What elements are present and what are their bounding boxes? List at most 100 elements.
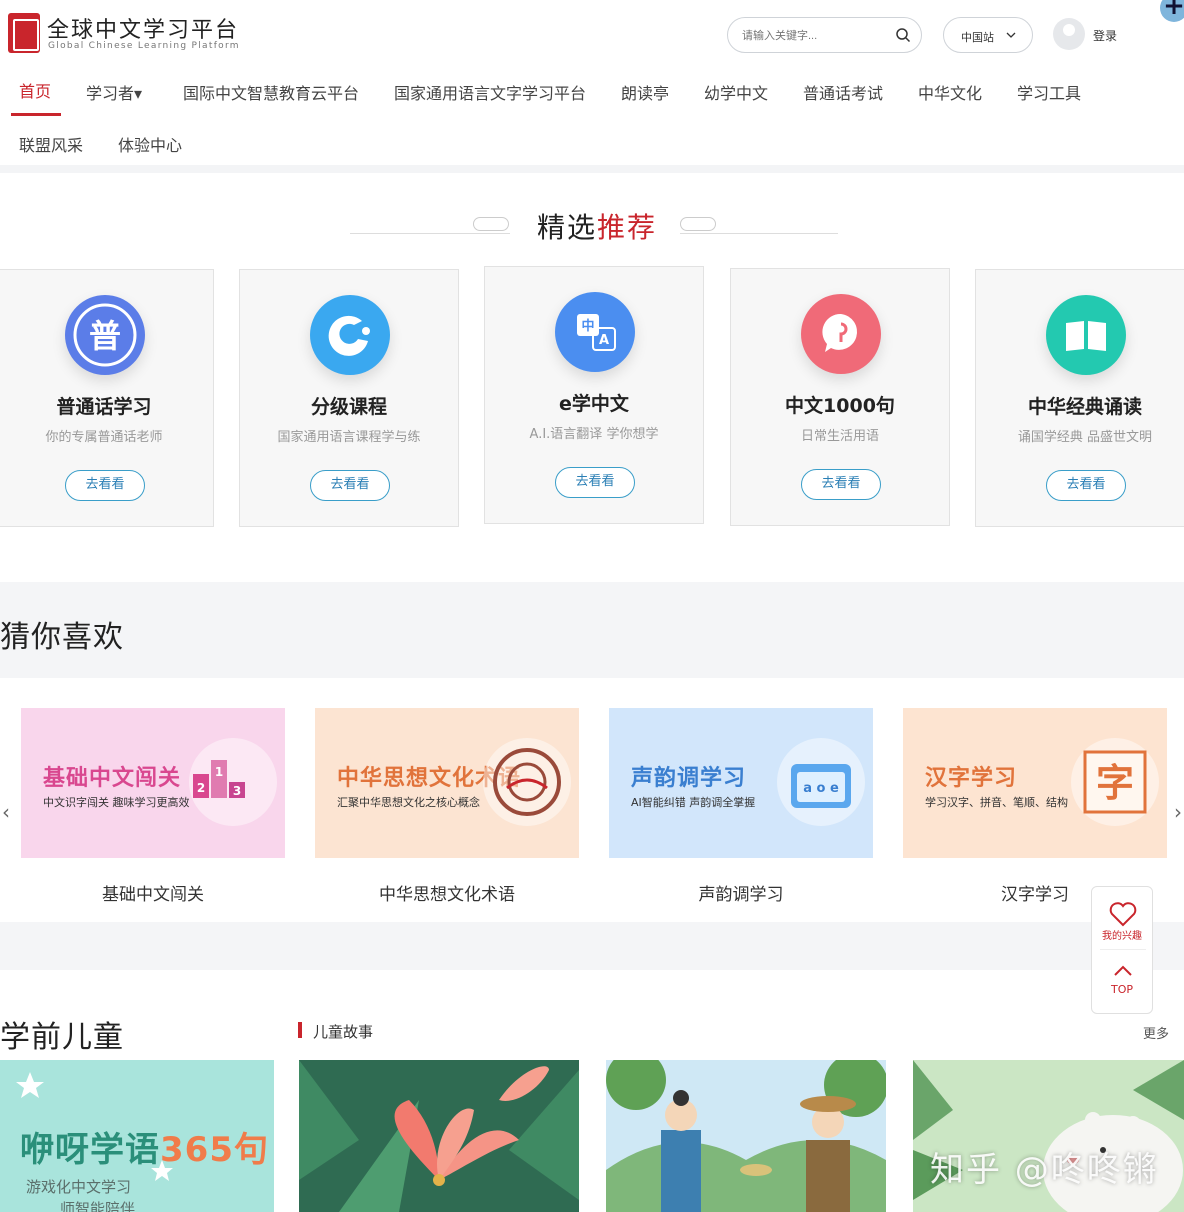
header: 全球中文学习平台 Global Chinese Learning Platfor… bbox=[0, 0, 1184, 70]
guess-heading: 猜你喜欢 bbox=[0, 620, 124, 655]
section-separator bbox=[0, 922, 1184, 970]
divider bbox=[1100, 949, 1146, 950]
banner-headline: 咿呀学语365句 bbox=[20, 1130, 269, 1170]
go-see-button[interactable]: 去看看 bbox=[555, 467, 635, 498]
cloud-ornament-right-icon bbox=[680, 217, 716, 231]
nav-item-national-language[interactable]: 国家通用语言文字学习平台 bbox=[394, 80, 586, 104]
pu-character-icon: 普 bbox=[65, 295, 145, 375]
search-icon[interactable] bbox=[895, 27, 911, 43]
go-see-button[interactable]: 去看看 bbox=[310, 470, 390, 501]
nav-item-mandarin-test[interactable]: 普通话考试 bbox=[803, 80, 883, 104]
logo-icon[interactable] bbox=[8, 13, 40, 53]
nav-item-alliance[interactable]: 联盟风采 bbox=[19, 132, 83, 156]
chevron-down-icon bbox=[1006, 32, 1016, 38]
site-select[interactable]: 中国站 bbox=[943, 17, 1033, 53]
banner-subtitle: 汇聚中华思想文化之核心概念 bbox=[337, 796, 480, 809]
book-icon bbox=[1046, 295, 1126, 375]
podium-number: 2 bbox=[197, 781, 205, 795]
seal-icon bbox=[483, 738, 571, 826]
guess-banner-basic-chinese[interactable]: 基础中文闯关 中文识字闯关 趣味学习更高效 2 1 3 bbox=[21, 708, 285, 858]
guess-banner-characters[interactable]: 汉字学习 学习汉字、拼音、笔顺、结构 字 bbox=[903, 708, 1167, 858]
login-link[interactable]: 登录 bbox=[1093, 27, 1117, 44]
heart-icon[interactable] bbox=[1109, 901, 1137, 927]
guess-label[interactable]: 中华思想文化术语 bbox=[315, 880, 579, 905]
search-input[interactable] bbox=[742, 27, 882, 45]
card-title: 分级课程 bbox=[310, 396, 387, 418]
archer-illustration bbox=[606, 1060, 886, 1212]
nav-item-chinese-culture[interactable]: 中华文化 bbox=[918, 80, 982, 104]
avatar[interactable] bbox=[1053, 18, 1085, 50]
chevron-up-icon[interactable] bbox=[1113, 963, 1133, 977]
banner-subtitle: AI智能纠错 声韵调全掌握 bbox=[631, 796, 756, 809]
card-title: e学中文 bbox=[559, 393, 629, 415]
svg-text:普: 普 bbox=[89, 317, 121, 355]
card-graded-courses[interactable]: 分级课程 国家通用语言课程学与练 去看看 bbox=[239, 269, 459, 527]
card-title: 普通话学习 bbox=[56, 396, 152, 418]
title-line-left bbox=[350, 233, 510, 234]
floating-toolbar: 我的兴趣 TOP bbox=[1091, 886, 1153, 1014]
card-title: 中华经典诵读 bbox=[1027, 396, 1142, 418]
site-select-label: 中国站 bbox=[961, 31, 994, 44]
banner-line-1: 游戏化中文学习 bbox=[26, 1178, 132, 1196]
section-marker bbox=[298, 1022, 302, 1038]
watermark: 知乎 @咚咚锵 bbox=[930, 1150, 1159, 1190]
card-mandarin[interactable]: 普 普通话学习 你的专属普通话老师 去看看 bbox=[0, 269, 214, 527]
nav-item-home[interactable]: 首页 bbox=[19, 78, 51, 102]
go-see-button[interactable]: 去看看 bbox=[801, 469, 881, 500]
main-nav: 首页 学习者▾ 国际中文智慧教育云平台 国家通用语言文字学习平台 朗读亭 幼学中… bbox=[0, 70, 1184, 166]
translate-icon: 中A bbox=[555, 292, 635, 372]
go-see-button[interactable]: 去看看 bbox=[65, 470, 145, 501]
carousel-prev-icon[interactable]: ‹ bbox=[2, 800, 10, 824]
plus-icon[interactable]: + bbox=[1160, 0, 1184, 22]
nav-item-reading-booth[interactable]: 朗读亭 bbox=[621, 80, 669, 104]
cloud-ornament-left-icon bbox=[473, 217, 509, 231]
card-title: 中文1000句 bbox=[785, 395, 895, 417]
character-box-icon: 字 bbox=[1071, 738, 1159, 826]
card-subtitle: 日常生活用语 bbox=[800, 429, 879, 444]
aoe-board-icon: a o e bbox=[777, 738, 865, 826]
banner-title: 汉字学习 bbox=[925, 766, 1018, 791]
character-text: 字 bbox=[1096, 761, 1134, 805]
card-subtitle: 诵国学经典 品盛世文明 bbox=[1017, 430, 1153, 445]
lily-illustration bbox=[299, 1060, 579, 1212]
card-e-learn-chinese[interactable]: 中A e学中文 A.I.语言翻译 学你想学 去看看 bbox=[484, 266, 704, 524]
podium-number: 3 bbox=[233, 784, 241, 798]
back-to-top-button[interactable]: TOP bbox=[1092, 983, 1152, 996]
guess-label[interactable]: 基础中文闯关 bbox=[21, 880, 285, 905]
card-1000-sentences[interactable]: 中文1000句 日常生活用语 去看看 bbox=[730, 268, 950, 526]
featured-title: 精选推荐 bbox=[0, 200, 1184, 250]
my-interests-link[interactable]: 我的兴趣 bbox=[1092, 927, 1152, 942]
more-link[interactable]: 更多 bbox=[1143, 1023, 1169, 1042]
guess-banner-phonetics[interactable]: 声韵调学习 AI智能纠错 声韵调全掌握 a o e bbox=[609, 708, 873, 858]
aoe-text: a o e bbox=[803, 781, 839, 796]
banner-line-2: 师智能陪伴 bbox=[60, 1200, 136, 1212]
nav-item-learning-tools[interactable]: 学习工具 bbox=[1017, 80, 1081, 104]
banner-subtitle: 学习汉字、拼音、笔顺、结构 bbox=[925, 796, 1068, 809]
preschool-banner[interactable]: 咿呀学语365句 游戏化中文学习 师智能陪伴 bbox=[0, 1060, 274, 1212]
go-see-button[interactable]: 去看看 bbox=[1046, 470, 1126, 501]
divider bbox=[0, 165, 1184, 173]
speech-bubble-icon bbox=[801, 294, 881, 374]
nav-item-learners[interactable]: 学习者▾ bbox=[86, 80, 142, 104]
nav-item-kids-chinese[interactable]: 幼学中文 bbox=[704, 80, 768, 104]
card-subtitle: 国家通用语言课程学与练 bbox=[277, 430, 421, 445]
story-thumbnail-archer[interactable] bbox=[606, 1060, 886, 1212]
title-line-right bbox=[680, 233, 838, 234]
carousel-next-icon[interactable]: › bbox=[1174, 800, 1182, 824]
card-classic-reading[interactable]: 中华经典诵读 诵国学经典 品盛世文明 去看看 bbox=[975, 269, 1184, 527]
logo-subtitle: Global Chinese Learning Platform bbox=[48, 41, 240, 51]
stories-label: 儿童故事 bbox=[313, 1023, 374, 1041]
card-subtitle: A.I.语言翻译 学你想学 bbox=[529, 427, 659, 442]
banner-title: 基础中文闯关 bbox=[43, 766, 182, 791]
story-thumbnail-lily[interactable] bbox=[299, 1060, 579, 1212]
whale-icon bbox=[310, 295, 390, 375]
search-box bbox=[727, 17, 922, 53]
guess-banner-culture-terms[interactable]: 中华思想文化术语 汇聚中华思想文化之核心概念 bbox=[315, 708, 579, 858]
nav-item-intl-cloud[interactable]: 国际中文智慧教育云平台 bbox=[183, 80, 359, 104]
guess-band bbox=[0, 582, 1184, 678]
nav-item-experience-center[interactable]: 体验中心 bbox=[118, 132, 182, 156]
logo-title[interactable]: 全球中文学习平台 bbox=[47, 12, 239, 44]
podium-number: 1 bbox=[215, 765, 223, 779]
featured-heading: 精选推荐 bbox=[537, 211, 658, 244]
guess-label[interactable]: 声韵调学习 bbox=[609, 880, 873, 905]
